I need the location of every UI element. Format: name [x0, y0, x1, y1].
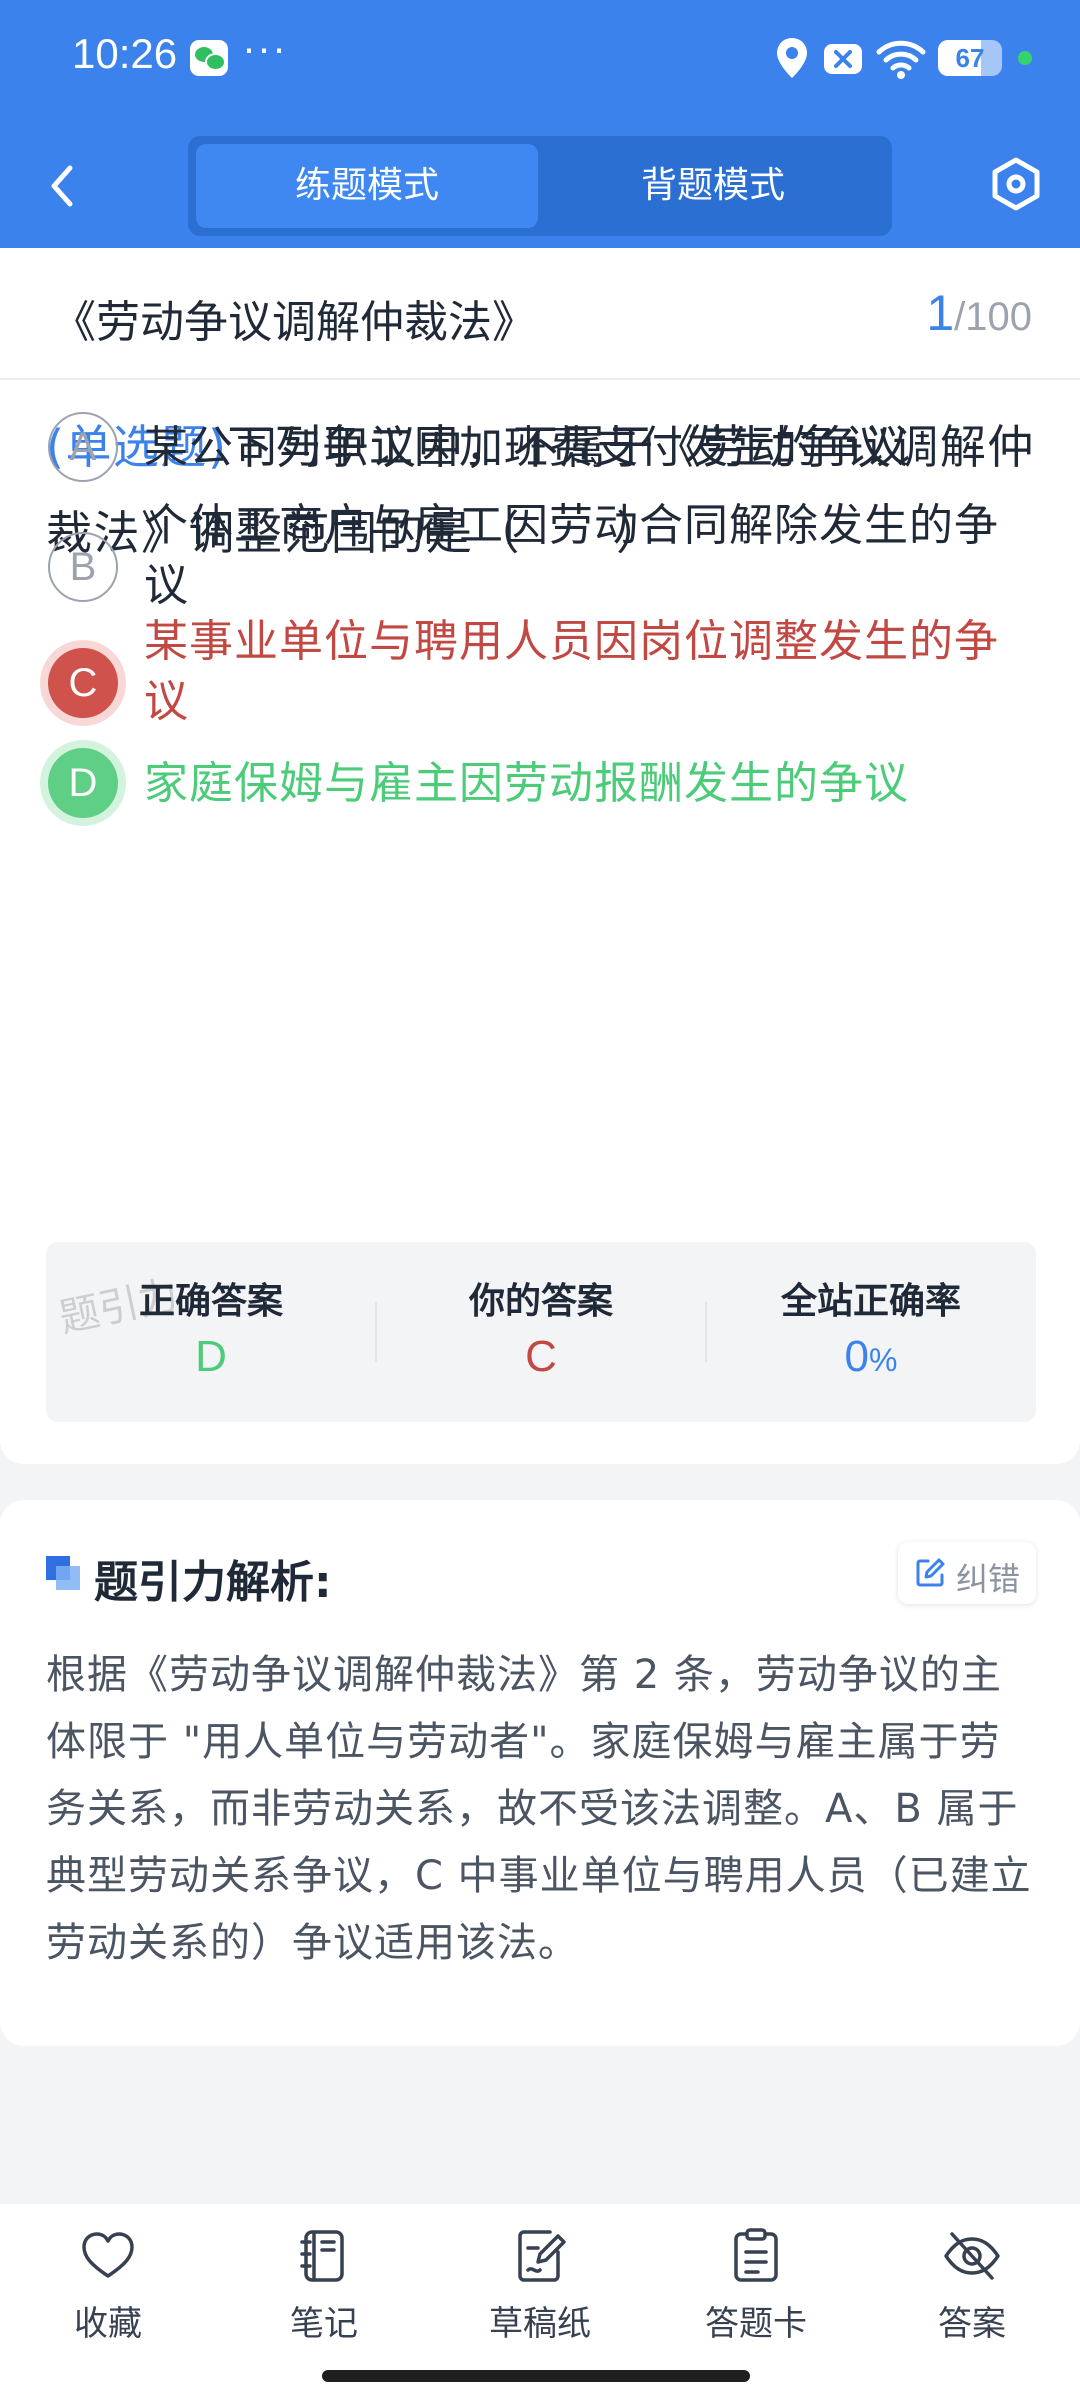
question-progress: 1/100	[926, 284, 1032, 342]
notebook-icon	[300, 2230, 344, 2282]
site-accuracy: 全站正确率 0%	[706, 1242, 1036, 1422]
tab-label: 收藏	[74, 2304, 142, 2344]
correct-answer-label: 正确答案	[138, 1281, 283, 1322]
option-letter: D	[48, 748, 118, 818]
book-title: 《劳动争议调解仲裁法》	[52, 297, 536, 348]
site-accuracy-unit: %	[869, 1342, 898, 1378]
option-text: 家庭保姆与雇主因劳动报酬发生的争议	[144, 758, 909, 809]
tab-practice-mode[interactable]: 练题模式	[196, 144, 538, 228]
answer-summary: 题引力 正确答案 D 你的答案 C 全站正确率 0%	[46, 1242, 1036, 1422]
tab-label: 答案	[938, 2304, 1006, 2344]
question-card: 《劳动争议调解仲裁法》 1/100 (单选题)下列争议中，不属于《劳动争议调解仲…	[0, 248, 1080, 1464]
correct-answer-value: D	[195, 1332, 227, 1381]
site-accuracy-number: 0	[844, 1332, 870, 1381]
wifi-icon	[876, 40, 926, 79]
tab-answer-sheet[interactable]: 答题卡	[676, 2226, 836, 2356]
report-error-button[interactable]: 纠错	[898, 1542, 1036, 1604]
battery-icon: 67	[938, 40, 1002, 76]
option-letter: A	[48, 412, 118, 482]
option-text: 个体工商户与雇工因劳动合同解除发生的争议	[144, 500, 999, 611]
tab-memorize-mode[interactable]: 背题模式	[542, 144, 884, 228]
home-indicator	[322, 2370, 750, 2382]
chevron-left-icon[interactable]	[38, 158, 88, 214]
tab-favorite[interactable]: 收藏	[28, 2226, 188, 2356]
analysis-text: 根据《劳动争议调解仲裁法》第 2 条，劳动争议的主体限于 "用人单位与劳动者"。…	[46, 1652, 1032, 1966]
current-index: 1	[926, 285, 955, 341]
analysis-title: 题引力解析:	[94, 1557, 332, 1608]
option-text: 某事业单位与聘用人员因岗位调整发生的争议	[144, 616, 999, 727]
battery-level: 67	[955, 43, 985, 73]
site-accuracy-label: 全站正确率	[780, 1281, 961, 1322]
correct-answer: 正确答案 D	[46, 1242, 376, 1422]
your-answer-value: C	[525, 1332, 557, 1381]
tab-label: 答题卡	[705, 2304, 807, 2344]
status-dot	[1018, 51, 1032, 65]
status-time: 10:26	[72, 30, 178, 77]
x-icon	[824, 44, 862, 74]
heart-icon	[82, 2232, 134, 2278]
analysis-card: 题引力解析: 纠错 根据《劳动争议调解仲裁法》第 2 条，劳动争议的主体限于 "…	[0, 1500, 1080, 2046]
tab-answer[interactable]: 答案	[892, 2226, 1052, 2356]
mode-switch: 练题模式 背题模式	[188, 136, 892, 236]
tab-draft[interactable]: 草稿纸	[460, 2226, 620, 2356]
bottom-toolbar: 收藏 笔记 草稿纸 答题卡 答案	[0, 2204, 1080, 2400]
your-answer-label: 你的答案	[468, 1281, 613, 1322]
site-accuracy-value: 0%	[706, 1332, 1036, 1382]
wechat-icon	[190, 40, 228, 76]
divider	[0, 378, 1080, 380]
answer-sheet-icon	[734, 2228, 778, 2282]
tab-label: 草稿纸	[489, 2304, 591, 2344]
option-letter: B	[48, 532, 118, 602]
option-text: 某公司与职工因加班费支付发生的争议	[144, 422, 909, 473]
draft-paper-icon	[518, 2230, 566, 2282]
hexagon-settings-icon[interactable]	[988, 156, 1044, 212]
your-answer: 你的答案 C	[376, 1242, 706, 1422]
location-icon	[777, 38, 807, 78]
report-error-label: 纠错	[956, 1560, 1021, 1598]
total-count: 100	[965, 295, 1032, 339]
analysis-square-icon	[46, 1556, 80, 1590]
top-header: 10:26 ··· 67 练题模式 背题模式	[0, 0, 1080, 248]
edit-icon	[916, 1558, 945, 1587]
option-letter: C	[48, 648, 118, 718]
tab-label: 笔记	[290, 2304, 358, 2344]
status-more-dots: ···	[242, 24, 287, 71]
progress-separator: /	[954, 295, 966, 339]
tab-notes[interactable]: 笔记	[244, 2226, 404, 2356]
eye-off-icon	[944, 2232, 1000, 2280]
